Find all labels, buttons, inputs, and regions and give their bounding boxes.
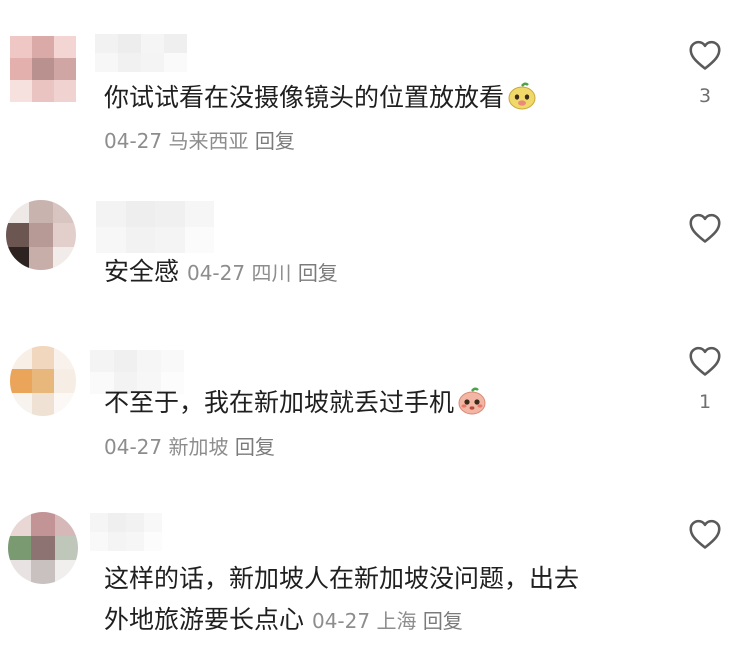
comment-text: 安全感 04-27 四川 回复 [104,255,338,290]
comment-item: 安全感 04-27 四川 回复 [0,170,748,320]
reply-button[interactable]: 回复 [255,129,295,153]
comment-text-content: 你试试看在没摄像镜头的位置放放看 [104,83,505,112]
comment-date: 04-27 [186,261,246,285]
avatar[interactable] [8,512,78,584]
comment-item: 不至于，我在新加坡就丢过手机 04-27 新加坡 回复 1 [0,320,748,485]
avatar[interactable] [10,346,76,416]
comment-location: 新加坡 [168,435,229,459]
heart-outline-icon[interactable] [686,343,724,379]
like-count: 1 [698,391,712,413]
username-blurred[interactable] [90,513,162,551]
comment-text-content: 安全感 [104,257,180,286]
comment-meta: 04-27 新加坡 回复 [104,433,275,461]
comment-text: 外地旅游要长点心 04-27 上海 回复 [104,603,463,638]
avatar[interactable] [10,36,76,102]
blushing-face-emoji-icon [458,387,486,415]
heart-outline-icon[interactable] [686,37,724,73]
comment-date: 04-27 [104,435,163,459]
avatar[interactable] [6,200,76,270]
comment-item: 你试试看在没摄像镜头的位置放放看 04-27 马来西亚 回复 3 [0,0,748,170]
username-blurred[interactable] [95,34,187,72]
comment-location: 马来西亚 [168,129,249,153]
comment-text-line-1: 这样的话，新加坡人在新加坡没问题，出去 [104,564,580,593]
potato-face-emoji-icon [508,82,536,110]
comment-location: 四川 [251,261,292,285]
comment-meta: 04-27 马来西亚 回复 [104,127,295,155]
heart-outline-icon[interactable] [686,516,724,552]
comment-meta: 04-27 上海 回复 [312,609,463,633]
comment-date: 04-27 [311,609,371,633]
like-count: 3 [698,85,712,107]
comment-text: 不至于，我在新加坡就丢过手机 [104,385,488,420]
comment-text: 你试试看在没摄像镜头的位置放放看 [104,80,538,115]
comment-text-content: 不至于，我在新加坡就丢过手机 [104,388,455,417]
comment-date: 04-27 [104,129,163,153]
comment-meta: 04-27 四川 回复 [187,261,338,285]
username-blurred[interactable] [96,201,214,253]
reply-button[interactable]: 回复 [423,609,463,633]
comment-location: 上海 [376,609,417,633]
reply-button[interactable]: 回复 [235,435,275,459]
heart-outline-icon[interactable] [686,210,724,246]
reply-button[interactable]: 回复 [298,261,338,285]
comment-item: 这样的话，新加坡人在新加坡没问题，出去 外地旅游要长点心 04-27 上海 回复 [0,485,748,653]
comment-text-line-2: 外地旅游要长点心 [104,605,305,634]
comment-text: 这样的话，新加坡人在新加坡没问题，出去 [104,562,579,596]
